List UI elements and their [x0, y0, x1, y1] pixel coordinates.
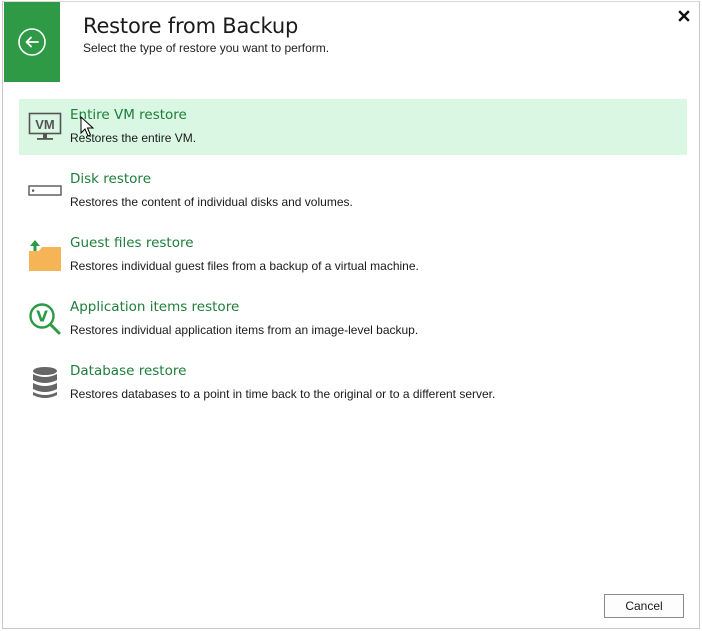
- database-icon: [27, 365, 63, 401]
- folder-upload-icon: [27, 237, 63, 273]
- vm-monitor-icon: VM: [27, 109, 63, 145]
- option-guest-files-restore[interactable]: Guest files restore Restores individual …: [19, 227, 687, 283]
- back-button[interactable]: [4, 2, 60, 82]
- option-entire-vm-restore[interactable]: VM Entire VM restore Restores the entire…: [19, 99, 687, 155]
- option-disk-restore[interactable]: Disk restore Restores the content of ind…: [19, 163, 687, 219]
- close-icon: [678, 10, 690, 22]
- option-description: Restores the entire VM.: [70, 131, 197, 145]
- option-database-restore[interactable]: Database restore Restores databases to a…: [19, 355, 687, 411]
- app-icon-label: V: [36, 308, 48, 326]
- restore-options-list: VM Entire VM restore Restores the entire…: [19, 99, 687, 419]
- restore-dialog: Restore from Backup Select the type of r…: [2, 1, 700, 629]
- top-border: [3, 1, 699, 2]
- option-title: Database restore: [70, 363, 187, 379]
- option-application-items-restore[interactable]: V Application items restore Restores ind…: [19, 291, 687, 347]
- option-title: Application items restore: [70, 299, 240, 315]
- option-title: Guest files restore: [70, 235, 194, 251]
- cancel-button[interactable]: Cancel: [604, 594, 684, 618]
- option-description: Restores the content of individual disks…: [70, 195, 353, 209]
- back-arrow-circle-icon: [18, 28, 46, 56]
- vm-icon-label: VM: [35, 117, 55, 132]
- option-description: Restores databases to a point in time ba…: [70, 387, 496, 401]
- option-description: Restores individual application items fr…: [70, 323, 419, 337]
- option-title: Entire VM restore: [70, 107, 187, 123]
- dialog-subtitle: Select the type of restore you want to p…: [83, 41, 330, 55]
- dialog-title: Restore from Backup: [83, 14, 299, 38]
- option-description: Restores individual guest files from a b…: [70, 259, 419, 273]
- close-button[interactable]: [677, 9, 691, 23]
- application-search-icon: V: [27, 301, 63, 337]
- option-title: Disk restore: [70, 171, 151, 187]
- disk-icon: [27, 173, 63, 209]
